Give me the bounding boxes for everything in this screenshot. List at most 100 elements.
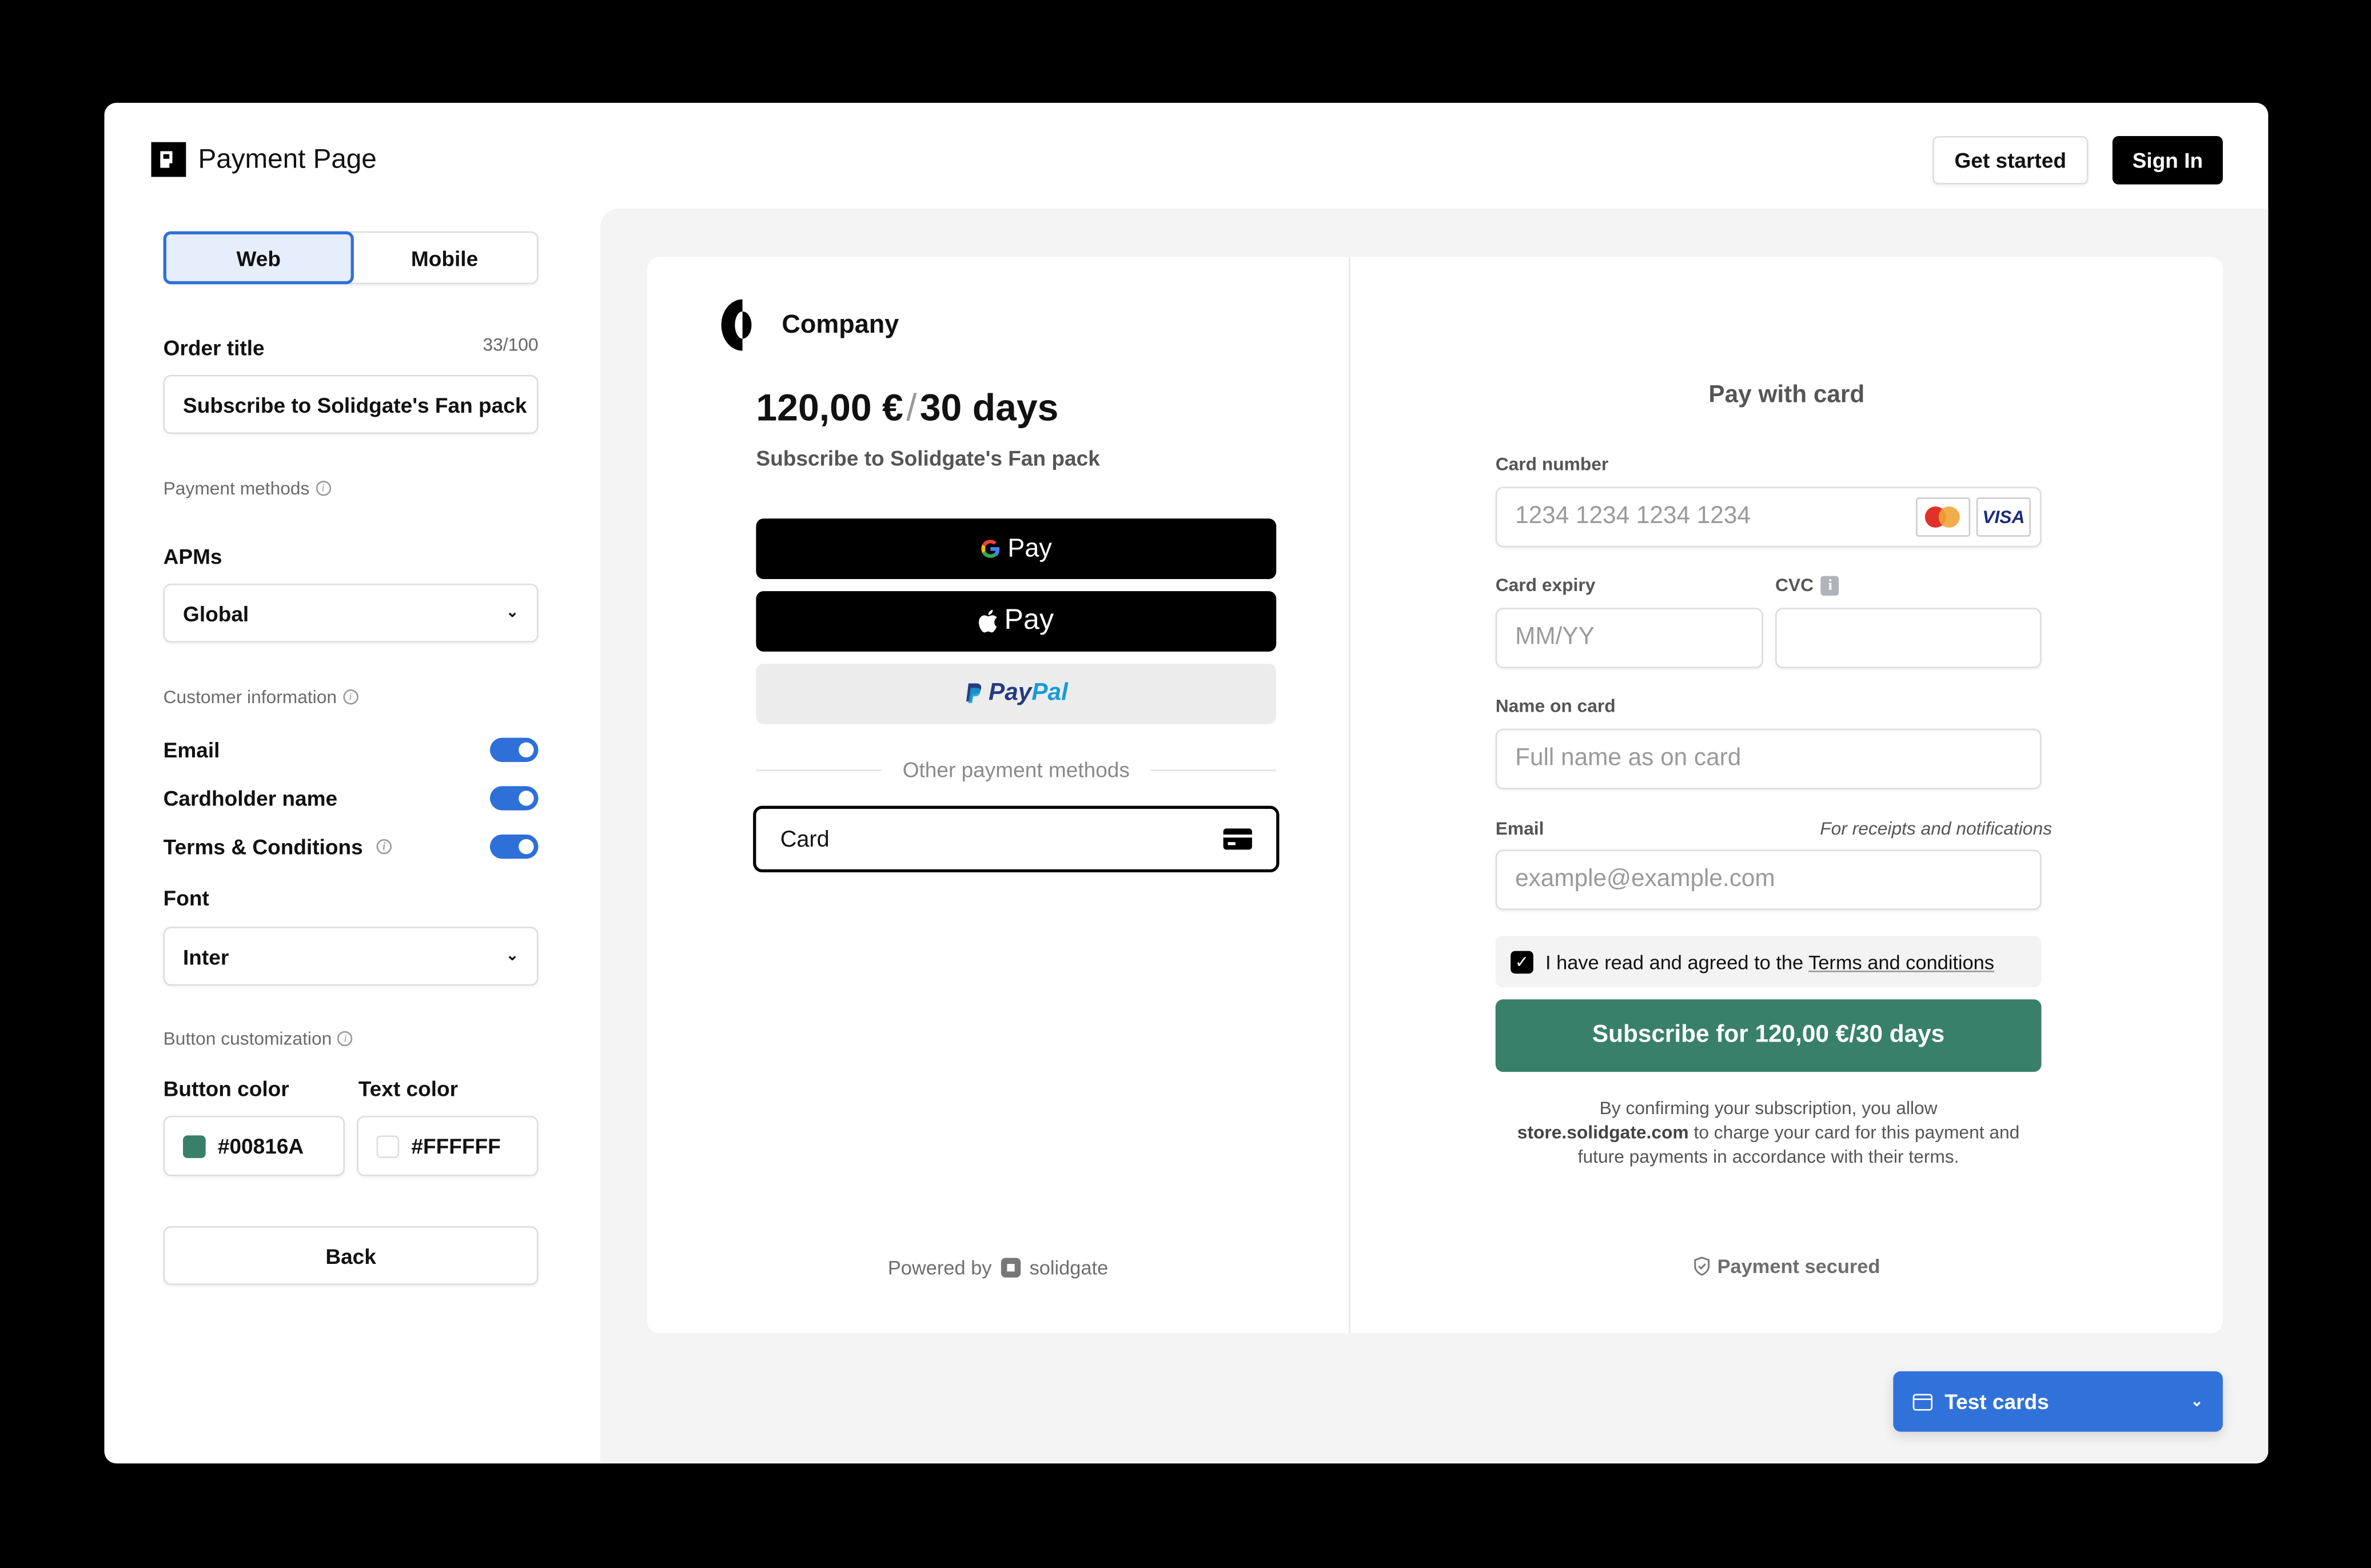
button-color-swatch[interactable] bbox=[183, 1134, 206, 1158]
terms-toggle-label: Terms & Conditions bbox=[163, 834, 363, 859]
terms-checkbox-row: ✓ I have read and agreed to the Terms an… bbox=[1495, 936, 2042, 988]
price-slash: / bbox=[906, 387, 917, 430]
info-icon[interactable]: i bbox=[376, 839, 392, 855]
credit-card-icon bbox=[1223, 828, 1252, 850]
order-title-counter: 33/100 bbox=[483, 334, 539, 356]
price-display: 120,00 € / 30 days bbox=[756, 387, 1058, 431]
font-label: Font bbox=[163, 885, 209, 911]
text-color-input[interactable]: #FFFFFF bbox=[357, 1115, 539, 1176]
terms-text: I have read and agreed to the Terms and … bbox=[1545, 950, 1994, 973]
info-icon[interactable]: i bbox=[316, 481, 331, 496]
back-button[interactable]: Back bbox=[163, 1226, 539, 1286]
tab-mobile[interactable]: Mobile bbox=[352, 233, 537, 282]
cvc-label-row: CVC i bbox=[1775, 574, 1839, 596]
name-on-card-input[interactable]: Full name as on card bbox=[1495, 728, 2042, 789]
pay-with-card-title: Pay with card bbox=[1708, 382, 1865, 409]
google-pay-button[interactable]: Pay bbox=[756, 518, 1277, 579]
card-payment-option[interactable]: Card bbox=[753, 805, 1280, 873]
price-amount: 120,00 € bbox=[756, 387, 903, 430]
email-toggle-label: Email bbox=[163, 737, 220, 762]
view-switcher: Web Mobile bbox=[163, 231, 539, 285]
cvc-input[interactable] bbox=[1775, 608, 2042, 669]
text-color-value: #FFFFFF bbox=[411, 1134, 501, 1158]
card-expiry-input[interactable]: MM/YY bbox=[1495, 608, 1763, 669]
payment-page-preview: Company 120,00 € / 30 days Subscribe to … bbox=[647, 257, 2223, 1334]
payment-methods-label: Payment methods bbox=[163, 477, 310, 499]
cardholder-toggle-label: Cardholder name bbox=[163, 786, 338, 811]
divider-line bbox=[756, 768, 882, 771]
other-methods-label: Other payment methods bbox=[902, 757, 1130, 782]
company-logo-icon bbox=[721, 299, 752, 351]
powered-by-brand: solidgate bbox=[1029, 1256, 1109, 1279]
apms-value: Global bbox=[183, 601, 249, 625]
button-color-value: #00816A bbox=[217, 1134, 304, 1158]
cardholder-name-toggle[interactable] bbox=[489, 786, 539, 811]
card-number-input[interactable]: 1234 1234 1234 1234 VISA bbox=[1495, 486, 2042, 548]
sign-in-button[interactable]: Sign In bbox=[2112, 136, 2223, 185]
price-period: 30 days bbox=[919, 387, 1059, 430]
preview-area: Company 120,00 € / 30 days Subscribe to … bbox=[600, 208, 2269, 1464]
button-customization-section: Button customization i bbox=[164, 1028, 353, 1049]
email-hint: For receipts and notifications bbox=[1820, 817, 2052, 839]
info-icon[interactable]: i bbox=[1821, 576, 1839, 596]
test-cards-dropdown[interactable]: Test cards ⌄ bbox=[1893, 1371, 2223, 1432]
email-input[interactable]: example@example.com bbox=[1495, 849, 2042, 911]
chevron-down-icon: ⌄ bbox=[505, 604, 519, 622]
payment-secured: Payment secured bbox=[1350, 1255, 2223, 1278]
brand: Payment Page bbox=[151, 142, 377, 177]
paypal-button[interactable]: PayPal bbox=[756, 664, 1277, 724]
apple-pay-button[interactable]: Pay bbox=[756, 591, 1277, 652]
other-methods-divider: Other payment methods bbox=[756, 757, 1277, 782]
paypal-wordmark: PayPal bbox=[989, 680, 1068, 708]
subscribe-button[interactable]: Subscribe for 120,00 €/30 days bbox=[1495, 999, 2042, 1072]
order-title-value: Subscribe to Solidgate's Fan pack bbox=[183, 392, 527, 417]
order-title-input[interactable]: Subscribe to Solidgate's Fan pack bbox=[163, 374, 539, 434]
card-number-placeholder: 1234 1234 1234 1234 bbox=[1515, 503, 1751, 529]
get-started-button[interactable]: Get started bbox=[1932, 136, 2089, 185]
customer-info-label: Customer information bbox=[163, 686, 337, 708]
tab-web[interactable]: Web bbox=[163, 231, 354, 285]
card-brands: VISA bbox=[1915, 497, 2031, 537]
font-select[interactable]: Inter ⌄ bbox=[163, 927, 539, 986]
google-pay-label: Pay bbox=[1007, 533, 1052, 562]
card-number-label: Card number bbox=[1495, 453, 1609, 475]
info-icon[interactable]: i bbox=[342, 689, 358, 705]
apms-label: APMs bbox=[163, 544, 222, 569]
card-option-label: Card bbox=[780, 826, 830, 852]
email-placeholder: example@example.com bbox=[1515, 866, 1775, 892]
text-color-label: Text color bbox=[358, 1076, 459, 1101]
info-icon[interactable]: i bbox=[337, 1031, 353, 1047]
cvc-label: CVC bbox=[1775, 574, 1814, 596]
credit-card-icon bbox=[1912, 1393, 1933, 1410]
paypal-pay-text: Pay bbox=[989, 680, 1032, 707]
email-toggle[interactable] bbox=[489, 737, 539, 762]
terms-toggle-row: Terms & Conditions i bbox=[164, 835, 392, 859]
name-on-card-label: Name on card bbox=[1495, 695, 1616, 717]
terms-link[interactable]: Terms and conditions bbox=[1808, 950, 1994, 973]
paypal-pal-text: Pal bbox=[1031, 680, 1068, 707]
order-summary-column: Company 120,00 € / 30 days Subscribe to … bbox=[647, 257, 1350, 1334]
order-title-label: Order title bbox=[163, 336, 265, 360]
apms-select[interactable]: Global ⌄ bbox=[163, 583, 539, 643]
apple-pay-label: Pay bbox=[1004, 604, 1054, 637]
payment-methods-section: Payment methods i bbox=[164, 478, 331, 499]
expiry-placeholder: MM/YY bbox=[1515, 624, 1595, 651]
text-color-swatch[interactable] bbox=[376, 1134, 400, 1158]
visa-text: VISA bbox=[1982, 506, 2025, 528]
button-customization-label: Button customization bbox=[163, 1028, 332, 1050]
google-g-icon bbox=[982, 540, 1001, 558]
apple-icon bbox=[979, 609, 998, 633]
app-title: Payment Page bbox=[198, 143, 377, 174]
order-subtitle: Subscribe to Solidgate's Fan pack bbox=[756, 446, 1100, 470]
disclaimer-pre: By confirming your subscription, you all… bbox=[1599, 1098, 1938, 1119]
shield-check-icon bbox=[1693, 1256, 1709, 1276]
button-color-input[interactable]: #00816A bbox=[163, 1115, 345, 1176]
powered-by-label: Powered by bbox=[887, 1256, 992, 1279]
visa-icon: VISA bbox=[1976, 497, 2031, 537]
divider-line bbox=[1150, 768, 1277, 771]
card-expiry-label: Card expiry bbox=[1495, 574, 1596, 596]
screen: Payment Page Get started Sign In Web Mob… bbox=[0, 0, 2371, 1568]
terms-conditions-toggle[interactable] bbox=[489, 834, 539, 859]
terms-checkbox[interactable]: ✓ bbox=[1511, 950, 1533, 973]
terms-prefix: I have read and agreed to the bbox=[1545, 950, 1804, 973]
